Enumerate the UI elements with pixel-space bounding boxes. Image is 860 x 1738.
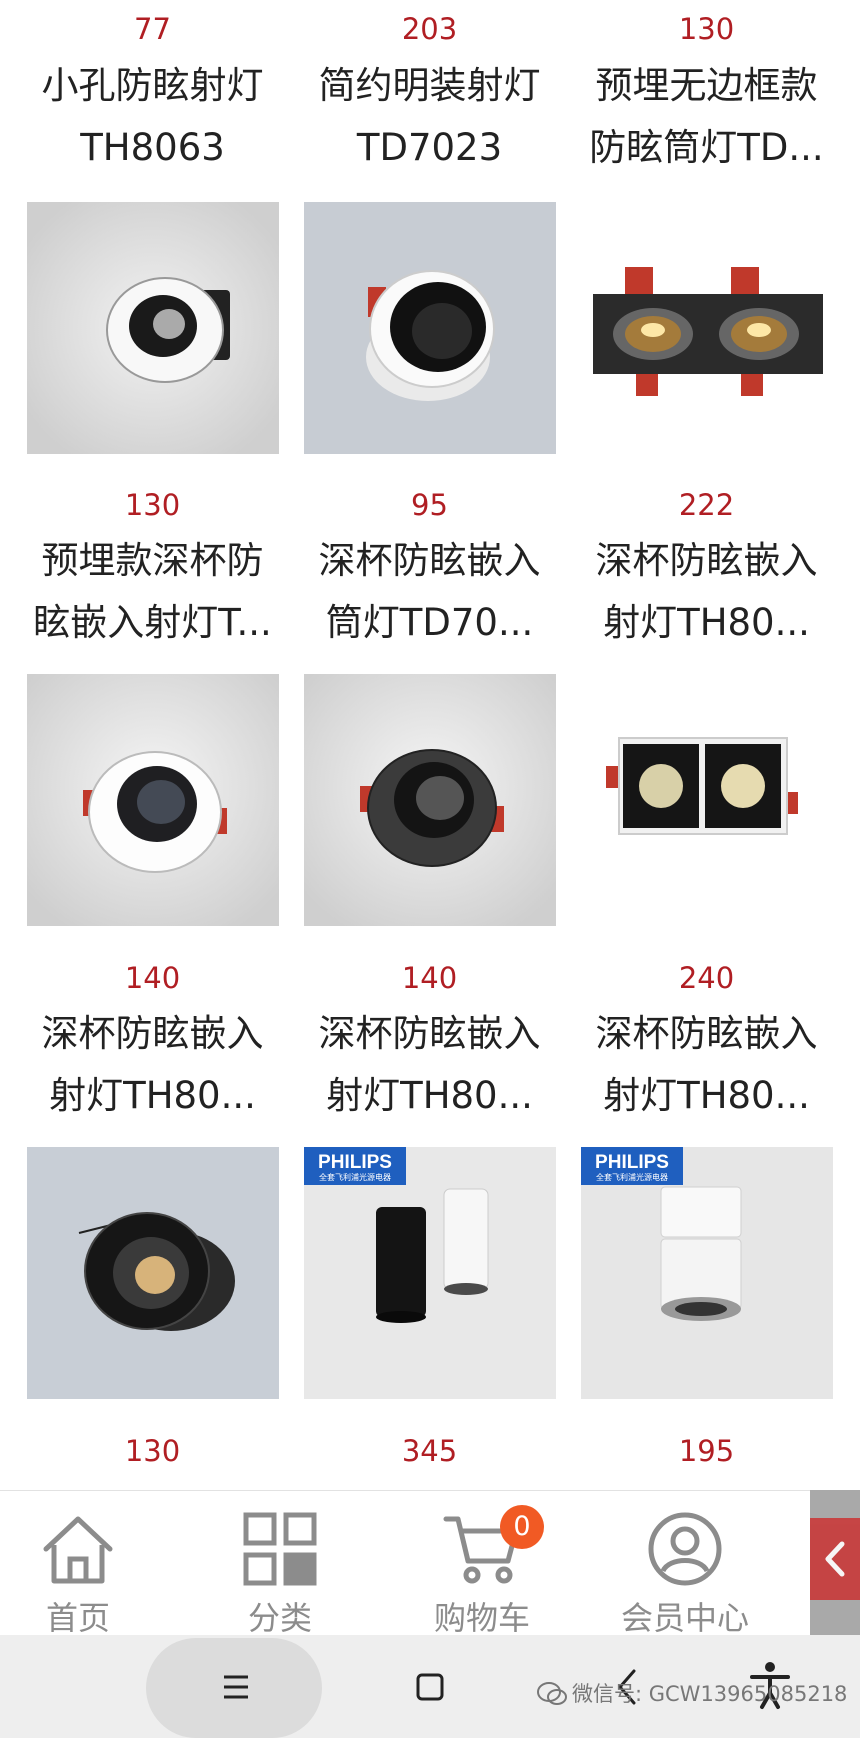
black-deep-cup-downlight-icon — [27, 1147, 279, 1399]
tab-cart-label: 购物车 — [433, 1599, 530, 1637]
cart-count-badge: 0 — [500, 1505, 544, 1549]
app-screen: 77 小孔防眩射灯 TH8063 203 简约明装射灯 TD7023 130 预… — [0, 0, 860, 1738]
philips-brand-sub: 全套飞利浦光源电器 — [319, 1172, 391, 1182]
product-price: 195 — [678, 1434, 735, 1468]
philips-brand: PHILIPS — [318, 1152, 392, 1173]
philips-brand-sub: 全套飞利浦光源电器 — [596, 1172, 668, 1182]
double-head-black-grille-light-icon — [581, 202, 833, 454]
tab-category[interactable]: 分类 — [180, 1491, 380, 1637]
product-price: 130 — [678, 12, 735, 46]
round-white-downlight-icon — [27, 202, 279, 454]
product-name: 深杯防眩嵌入 射灯TH80... — [318, 1012, 541, 1117]
tab-member-label: 会员中心 — [620, 1599, 749, 1637]
tab-home-label: 首页 — [45, 1599, 110, 1637]
back-float-button[interactable] — [810, 1518, 860, 1600]
home-square-icon[interactable] — [400, 1657, 460, 1717]
product-price: 77 — [134, 12, 171, 46]
product-name: 预埋无边框款 防眩筒灯TD... — [589, 64, 824, 169]
product-price: 95 — [411, 488, 448, 522]
product-price: 203 — [401, 12, 458, 46]
product-name: 简约明装射灯 TD7023 — [318, 64, 541, 169]
chevron-left-icon — [825, 1541, 845, 1577]
product-grid: 77 小孔防眩射灯 TH8063 203 简约明装射灯 TD7023 130 预… — [0, 0, 860, 1490]
product-name: 预埋款深杯防 眩嵌入射灯T... — [33, 539, 272, 644]
product-price: 130 — [124, 488, 181, 522]
wechat-watermark: 微信号: GCW13965085218 — [572, 1682, 848, 1706]
tab-member-center[interactable]: 会员中心 — [585, 1491, 785, 1637]
product-name: 深杯防眩嵌入 筒灯TD70... — [318, 539, 541, 644]
product-name: 深杯防眩嵌入 射灯TH80... — [595, 539, 818, 644]
product-name: 深杯防眩嵌入 射灯TH80... — [41, 1012, 264, 1117]
round-white-black-cup-downlight-icon — [304, 202, 556, 454]
category-grid-icon — [243, 1512, 317, 1586]
double-square-grille-light-icon — [581, 674, 833, 926]
product-name: 深杯防眩嵌入 射灯TH80... — [595, 1012, 818, 1117]
menu-icon[interactable] — [206, 1657, 266, 1717]
product-image[interactable] — [304, 202, 556, 454]
tab-cart[interactable]: 购物车 — [382, 1491, 582, 1637]
product-image[interactable] — [27, 674, 279, 926]
product-image[interactable] — [304, 674, 556, 926]
philips-cylinder-lights-icon: PHILIPS 全套飞利浦光源电器 — [304, 1147, 556, 1399]
product-price: 240 — [678, 961, 735, 995]
product-price: 140 — [124, 961, 181, 995]
tab-home[interactable]: 首页 — [0, 1491, 178, 1637]
product-image[interactable]: PHILIPS 全套飞利浦光源电器 — [581, 1147, 833, 1399]
tab-category-label: 分类 — [247, 1599, 312, 1637]
product-name: 小孔防眩射灯 TH8063 — [41, 64, 264, 169]
product-image[interactable] — [581, 674, 833, 926]
philips-surface-spotlight-icon: PHILIPS 全套飞利浦光源电器 — [581, 1147, 833, 1399]
wechat-icon — [537, 1682, 567, 1705]
product-image[interactable] — [581, 202, 833, 454]
philips-brand: PHILIPS — [595, 1152, 669, 1173]
bottom-tab-bar: 首页 分类 购物车 会员中心 — [0, 1490, 810, 1637]
product-price: 345 — [401, 1434, 458, 1468]
product-image[interactable]: PHILIPS 全套飞利浦光源电器 — [304, 1147, 556, 1399]
product-price: 222 — [678, 488, 735, 522]
product-image[interactable] — [27, 1147, 279, 1399]
product-price: 130 — [124, 1434, 181, 1468]
black-deep-cup-spotlight-icon — [304, 674, 556, 926]
product-image[interactable] — [27, 202, 279, 454]
white-deep-cup-spotlight-icon — [27, 674, 279, 926]
product-price: 140 — [401, 961, 458, 995]
user-profile-icon — [648, 1512, 722, 1586]
home-icon — [43, 1516, 113, 1584]
